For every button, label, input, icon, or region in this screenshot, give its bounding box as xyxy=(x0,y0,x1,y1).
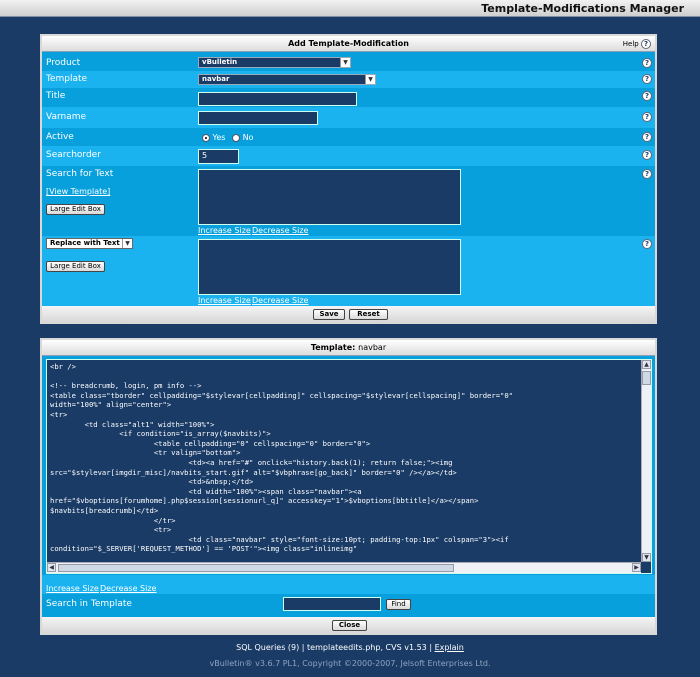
panel-header: Add Template-Modification Help ? xyxy=(42,36,655,52)
copyright: vBulletin® v3.6.7 PL1, Copyright ©2000-2… xyxy=(209,659,491,668)
title-input[interactable] xyxy=(198,92,357,106)
row-active: Active Yes No ? xyxy=(42,128,655,146)
searchorder-label: Searchorder xyxy=(46,150,101,160)
find-button[interactable]: Find xyxy=(386,599,411,610)
help-icon[interactable]: ? xyxy=(642,132,652,142)
scroll-left-icon[interactable]: ◀ xyxy=(47,563,56,572)
chevron-down-icon: ▼ xyxy=(122,239,132,248)
active-label: Active xyxy=(46,132,74,142)
row-product: Product vBulletin ▼ ? xyxy=(42,55,655,71)
vertical-scrollbar[interactable]: ▲ ▼ xyxy=(641,360,651,562)
template-panel: Template: navbar <br /> <!-- breadcrumb,… xyxy=(40,338,657,635)
help-icon[interactable]: ? xyxy=(642,58,652,68)
add-panel-footer: Save Reset xyxy=(42,306,655,322)
template-decrease-size-link[interactable]: Decrease Size xyxy=(100,584,156,593)
active-yes-radio[interactable] xyxy=(202,133,210,142)
replace-text-area[interactable] xyxy=(198,239,461,295)
query-info: SQL Queries (9) | templateedits.php, CVS… xyxy=(0,643,700,652)
help-icon[interactable]: ? xyxy=(642,74,652,84)
active-no-radio[interactable] xyxy=(232,133,241,142)
help-icon[interactable]: ? xyxy=(642,91,652,101)
active-no-label: No xyxy=(242,133,254,142)
search-template-label: Search in Template xyxy=(46,599,132,609)
add-modification-panel: Add Template-Modification Help ? Product… xyxy=(40,34,657,324)
scroll-thumb[interactable] xyxy=(58,564,454,572)
replace-mode-value: Replace with Text xyxy=(50,239,120,247)
template-size-row: Increase Size Decrease Size xyxy=(42,575,655,594)
scroll-down-icon[interactable]: ▼ xyxy=(642,553,651,562)
varname-label: Varname xyxy=(46,112,87,122)
active-yes-label: Yes xyxy=(212,133,226,142)
template-title-prefix: Template: xyxy=(310,343,356,352)
query-text: SQL Queries (9) | templateedits.php, CVS… xyxy=(236,643,433,652)
template-increase-size-link[interactable]: Increase Size xyxy=(46,584,99,593)
page-title: Template-Modifications Manager xyxy=(481,2,684,15)
varname-input[interactable] xyxy=(198,111,318,125)
search-text-area[interactable] xyxy=(198,169,461,225)
template-title-name: navbar xyxy=(358,343,387,352)
panel-title: Add Template-Modification xyxy=(288,39,409,48)
help-icon[interactable]: ? xyxy=(642,112,652,122)
large-edit-box-button[interactable]: Large Edit Box xyxy=(46,204,105,215)
scroll-up-icon[interactable]: ▲ xyxy=(642,360,651,369)
horizontal-scrollbar[interactable]: ◀ ▶ xyxy=(47,562,641,573)
panel-header: Template: navbar xyxy=(42,340,655,356)
product-value: vBulletin xyxy=(202,58,238,66)
search-template-row: Search in Template Find xyxy=(42,594,655,614)
chevron-down-icon: ▼ xyxy=(340,58,350,67)
row-searchorder: Searchorder 5 ? xyxy=(42,146,655,166)
scroll-right-icon[interactable]: ▶ xyxy=(632,563,641,572)
search-decrease-size-link[interactable]: Decrease Size xyxy=(252,226,308,235)
title-bar: Template-Modifications Manager xyxy=(0,0,700,17)
close-button[interactable]: Close xyxy=(332,620,367,631)
save-button[interactable]: Save xyxy=(313,309,345,320)
reset-button[interactable]: Reset xyxy=(349,309,388,320)
large-edit-box-button[interactable]: Large Edit Box xyxy=(46,261,105,272)
replace-mode-select[interactable]: Replace with Text ▼ xyxy=(46,238,133,249)
help-icon[interactable]: ? xyxy=(642,150,652,160)
help-link[interactable]: Help ? xyxy=(623,38,651,50)
row-title: Title ? xyxy=(42,88,655,107)
template-code: <br /> <!-- breadcrumb, login, pm info -… xyxy=(50,362,514,554)
help-icon[interactable]: ? xyxy=(642,239,652,249)
row-search-text: Search for Text [View Template] Large Ed… xyxy=(42,166,655,236)
template-select[interactable]: navbar ▼ xyxy=(198,74,376,85)
template-value: navbar xyxy=(202,75,230,83)
scroll-thumb[interactable] xyxy=(642,371,651,385)
title-label: Title xyxy=(46,91,66,101)
search-increase-size-link[interactable]: Increase Size xyxy=(198,226,251,235)
row-template: Template navbar ▼ ? xyxy=(42,71,655,88)
search-template-input[interactable] xyxy=(283,597,381,611)
active-radio-group: Yes No xyxy=(202,133,253,142)
view-template-link[interactable]: [View Template] xyxy=(46,187,110,196)
help-label: Help xyxy=(622,40,639,48)
search-text-label: Search for Text xyxy=(46,169,114,179)
product-label: Product xyxy=(46,58,81,68)
help-icon: ? xyxy=(641,39,651,49)
replace-decrease-size-link[interactable]: Decrease Size xyxy=(252,296,308,305)
help-icon[interactable]: ? xyxy=(642,169,652,179)
searchorder-input[interactable]: 5 xyxy=(198,149,239,164)
row-varname: Varname ? xyxy=(42,107,655,128)
product-select[interactable]: vBulletin ▼ xyxy=(198,57,351,68)
explain-link[interactable]: Explain xyxy=(435,643,464,652)
replace-increase-size-link[interactable]: Increase Size xyxy=(198,296,251,305)
chevron-down-icon: ▼ xyxy=(365,75,375,84)
row-replace: Replace with Text ▼ Large Edit Box Increa… xyxy=(42,236,655,306)
template-code-area[interactable]: <br /> <!-- breadcrumb, login, pm info -… xyxy=(46,359,652,574)
template-panel-footer: Close xyxy=(42,617,655,633)
template-label: Template xyxy=(46,74,88,84)
